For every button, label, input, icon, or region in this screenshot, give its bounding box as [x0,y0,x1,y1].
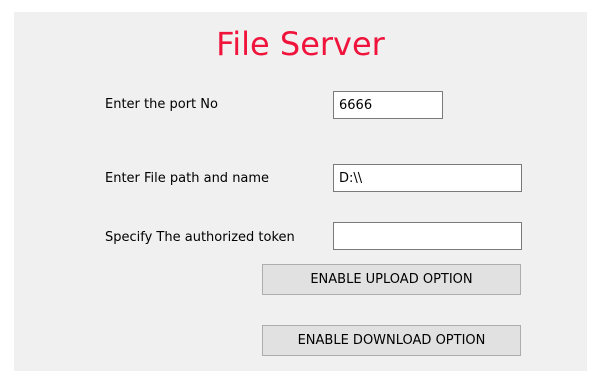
file-path-input[interactable] [333,164,522,192]
enable-download-button[interactable]: ENABLE DOWNLOAD OPTION [262,325,521,356]
enable-upload-button[interactable]: ENABLE UPLOAD OPTION [262,264,521,295]
token-input[interactable] [333,222,522,250]
app-window: File Server Enter the port No Enter File… [0,0,601,371]
port-input[interactable] [333,91,443,119]
token-label: Specify The authorized token [105,230,295,245]
port-label: Enter the port No [105,97,218,112]
page-title: File Server [216,25,385,63]
file-path-label: Enter File path and name [105,171,270,186]
